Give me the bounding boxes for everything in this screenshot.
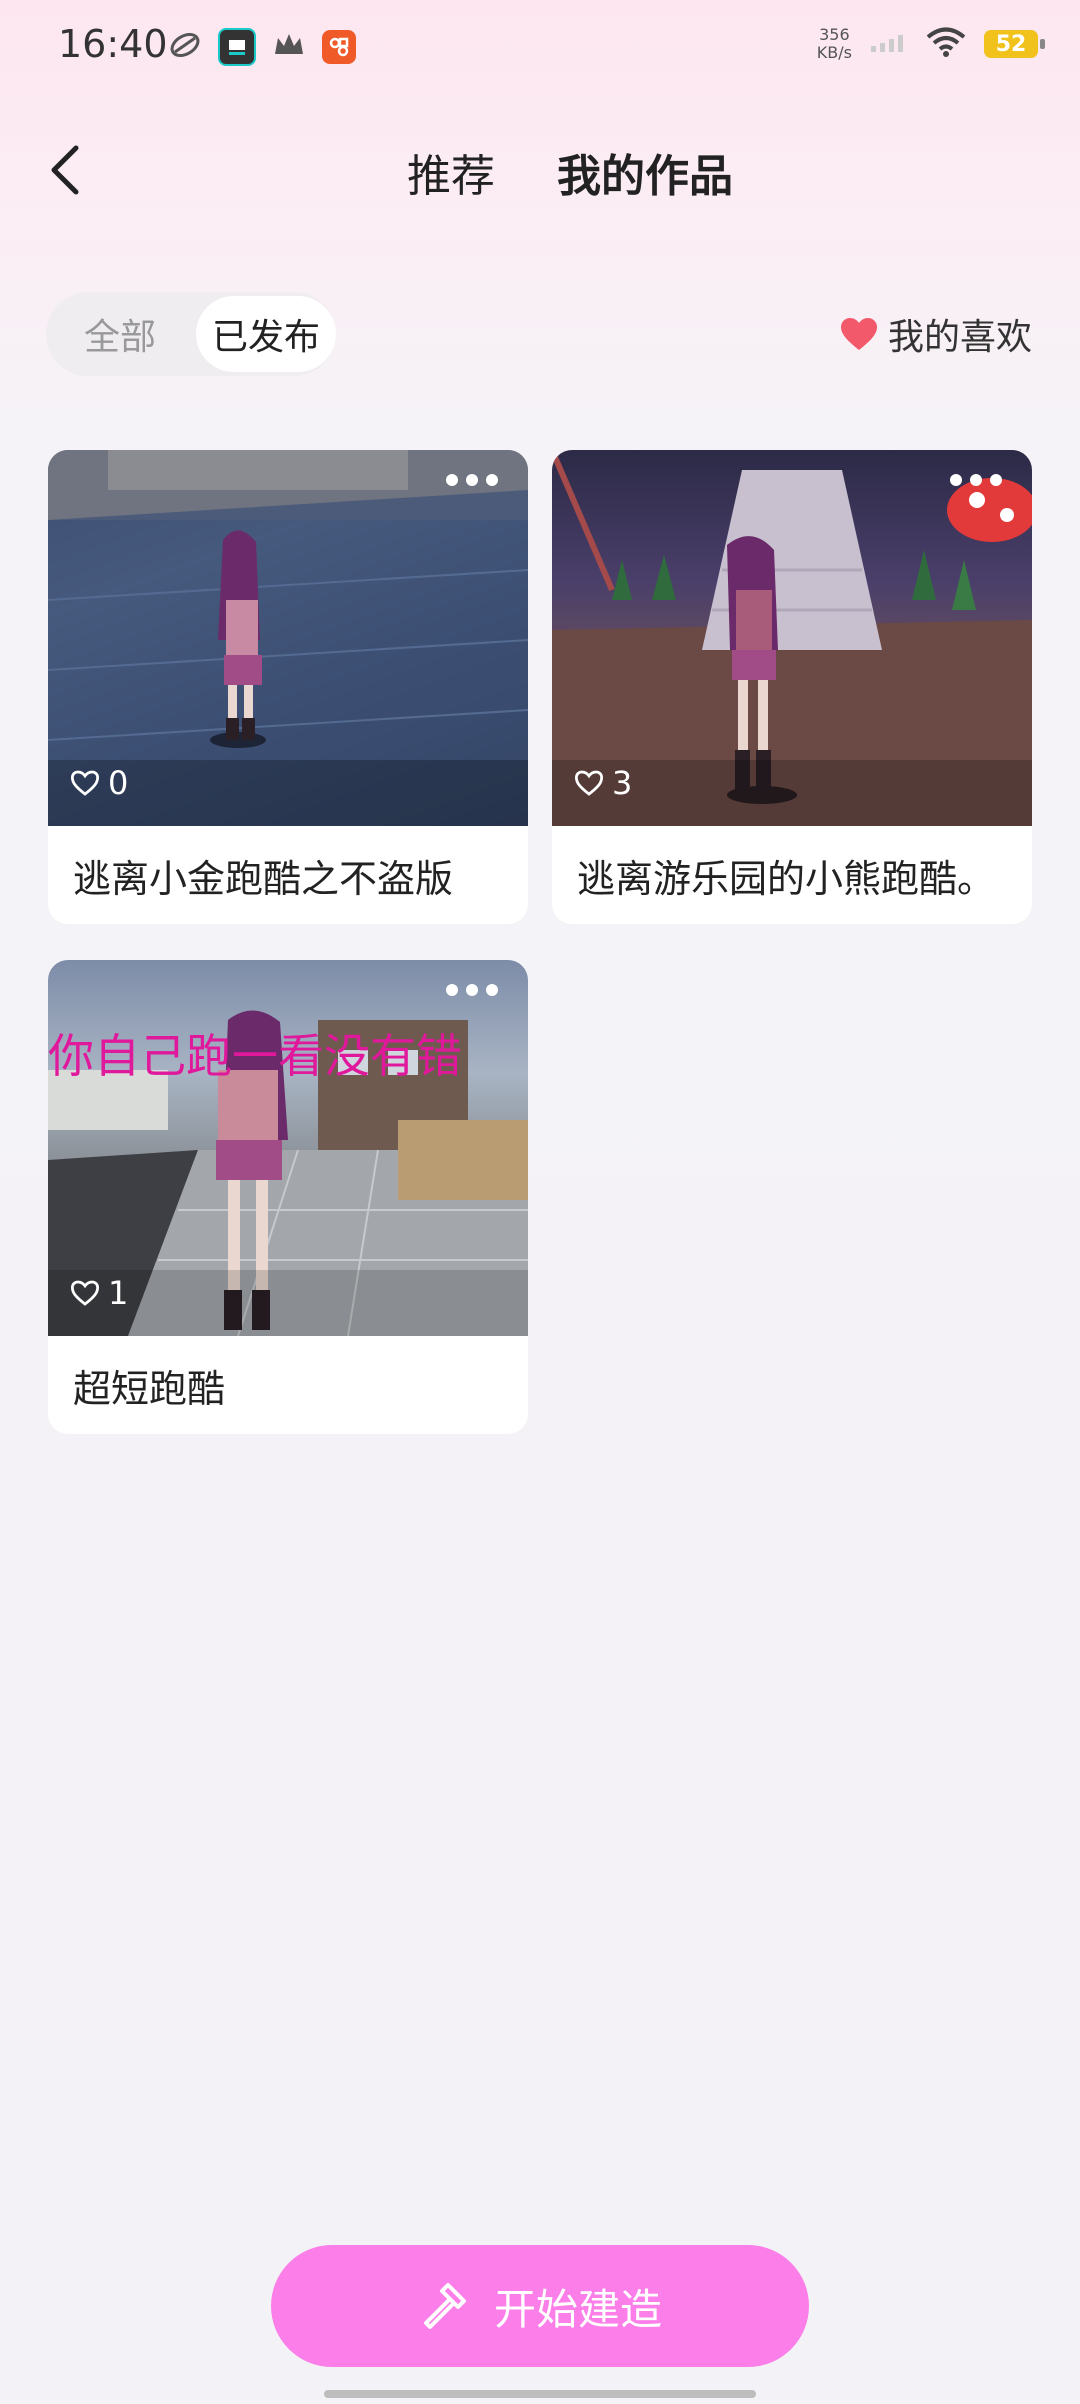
- hammer-icon: [423, 2283, 466, 2329]
- crown-icon: [272, 30, 306, 64]
- battery-indicator: 52: [984, 30, 1045, 58]
- work-card[interactable]: 3 逃离游乐园的小熊跑酷。: [552, 450, 1032, 924]
- my-likes-button[interactable]: 我的喜欢: [840, 308, 1032, 360]
- my-likes-label: 我的喜欢: [887, 317, 1032, 358]
- app-badge-icon: [218, 28, 256, 66]
- work-card[interactable]: 你自己跑一看没有错 1 超短跑酷: [48, 960, 528, 1434]
- signal-icon: [870, 31, 908, 57]
- net-speed-value: 356: [819, 25, 850, 44]
- heart-outline-icon: [70, 1280, 100, 1306]
- store-icon: [322, 30, 356, 64]
- status-right: 356 KB/s 52: [817, 26, 1045, 62]
- status-time: 16:40: [58, 22, 168, 66]
- swirl-icon: [168, 28, 202, 66]
- status-bar: 16:40 356 KB/s 52: [0, 0, 1080, 96]
- work-thumbnail: 3: [552, 450, 1032, 826]
- start-building-label: 开始建造: [493, 2284, 662, 2334]
- like-count: 3: [574, 764, 632, 802]
- heart-icon: [840, 318, 877, 350]
- work-title: 超短跑酷: [73, 1366, 226, 1411]
- network-speed: 356 KB/s: [817, 26, 852, 62]
- filter-all[interactable]: 全部: [50, 296, 190, 372]
- wifi-icon: [926, 26, 966, 62]
- tab-recommended[interactable]: 推荐: [347, 140, 495, 204]
- more-options-button[interactable]: [944, 468, 1008, 492]
- tab-my-works[interactable]: 我的作品: [557, 140, 733, 204]
- work-thumbnail: 你自己跑一看没有错 1: [48, 960, 528, 1336]
- heart-outline-icon: [70, 770, 100, 796]
- like-count: 1: [70, 1274, 128, 1312]
- filter-published[interactable]: 已发布: [196, 296, 336, 372]
- thumbnail-overlay-text: 你自己跑一看没有错: [48, 1029, 462, 1083]
- header-tabs: 推荐 我的作品: [0, 140, 1080, 204]
- like-count-value: 0: [108, 764, 129, 802]
- more-options-button[interactable]: [440, 978, 504, 1002]
- work-title: 逃离游乐园的小熊跑酷。: [577, 856, 996, 901]
- status-notification-icons: [168, 28, 356, 66]
- home-indicator[interactable]: [324, 2390, 756, 2398]
- like-count-value: 3: [612, 764, 633, 802]
- like-count: 0: [70, 764, 128, 802]
- net-speed-unit: KB/s: [816, 43, 852, 62]
- work-card[interactable]: 0 逃离小金跑酷之不盗版: [48, 450, 528, 924]
- start-building-button[interactable]: 开始建造: [271, 2245, 809, 2367]
- work-thumbnail: 0: [48, 450, 528, 826]
- more-options-button[interactable]: [440, 468, 504, 492]
- heart-outline-icon: [574, 770, 604, 796]
- like-count-value: 1: [108, 1274, 129, 1312]
- filter-segment: 全部 已发布: [46, 292, 336, 376]
- work-title: 逃离小金跑酷之不盗版: [73, 856, 454, 901]
